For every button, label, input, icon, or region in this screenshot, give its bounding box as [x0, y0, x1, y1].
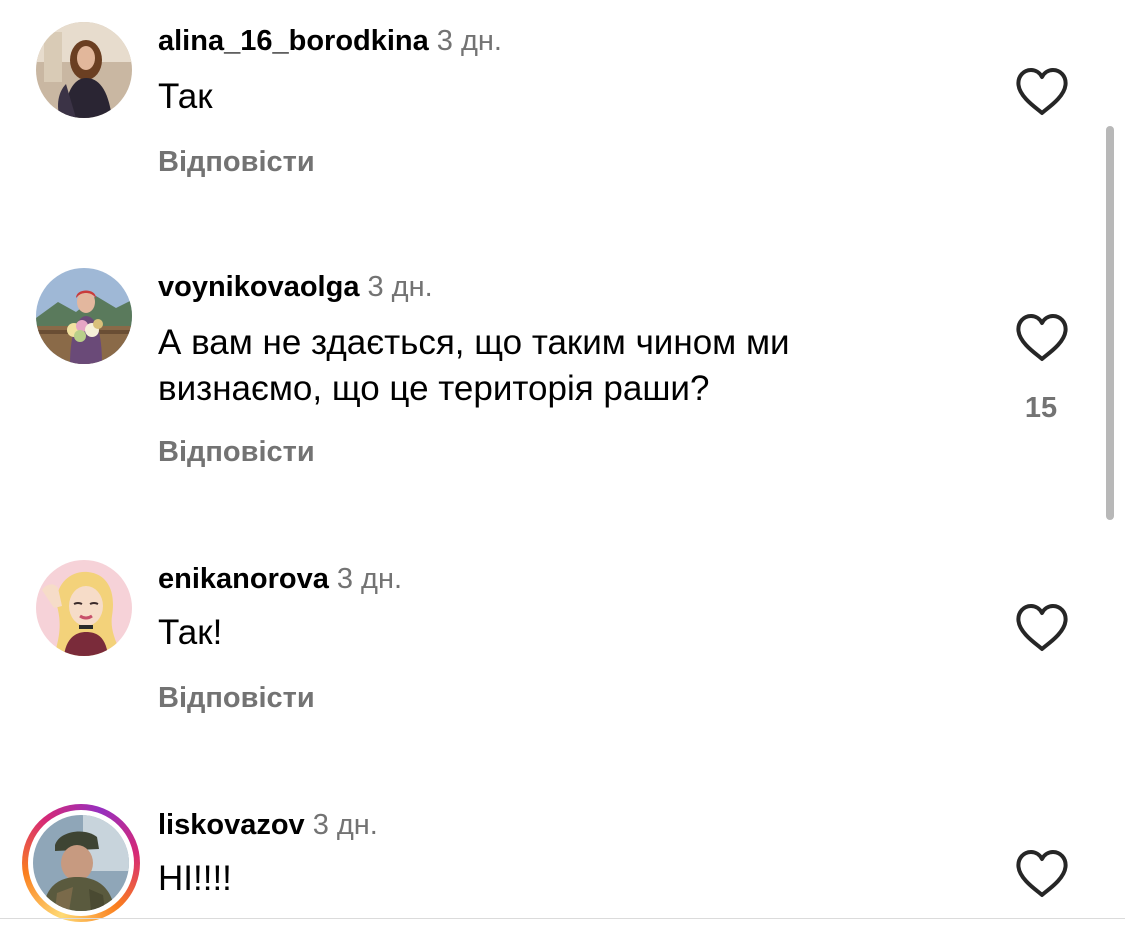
avatar[interactable]	[36, 268, 132, 364]
avatar[interactable]	[36, 22, 132, 118]
username[interactable]: enikanorova	[158, 563, 329, 595]
like-button[interactable]	[1014, 848, 1070, 900]
like-button[interactable]	[1014, 602, 1070, 654]
comment-header: alina_16_borodkina 3 дн.	[158, 24, 502, 58]
comment-header: liskovazov 3 дн.	[158, 808, 378, 842]
heart-outline-icon	[1016, 850, 1068, 897]
comment-text: А вам не здається, що таким чином ми виз…	[158, 323, 790, 408]
heart-outline-icon	[1016, 314, 1068, 361]
timestamp: 3 дн.	[312, 809, 378, 841]
comment-text: НІ!!!!	[158, 859, 232, 898]
divider	[0, 918, 1125, 919]
avatar[interactable]	[33, 815, 129, 911]
timestamp: 3 дн.	[436, 25, 502, 57]
timestamp: 3 дн.	[336, 563, 403, 595]
avatar[interactable]	[36, 560, 132, 656]
comment-text: Так	[158, 77, 213, 116]
like-button[interactable]	[1014, 66, 1070, 118]
scrollbar[interactable]	[1106, 126, 1114, 520]
reply-button[interactable]: Відповісти	[158, 682, 315, 715]
like-button[interactable]	[1014, 312, 1070, 364]
username[interactable]: voynikovaolga	[158, 271, 359, 303]
comment-header: voynikovaolga 3 дн.	[158, 270, 433, 304]
like-count: 15	[1024, 392, 1058, 424]
reply-button[interactable]: Відповісти	[158, 436, 315, 469]
comment-header: enikanorova 3 дн.	[158, 562, 402, 596]
reply-button[interactable]: Відповісти	[158, 146, 315, 179]
heart-outline-icon	[1016, 604, 1068, 651]
heart-outline-icon	[1016, 68, 1068, 115]
username[interactable]: liskovazov	[158, 809, 305, 841]
username[interactable]: alina_16_borodkina	[158, 25, 429, 57]
story-ring[interactable]	[22, 804, 140, 922]
comment-text: Так!	[158, 613, 223, 652]
timestamp: 3 дн.	[367, 271, 433, 303]
